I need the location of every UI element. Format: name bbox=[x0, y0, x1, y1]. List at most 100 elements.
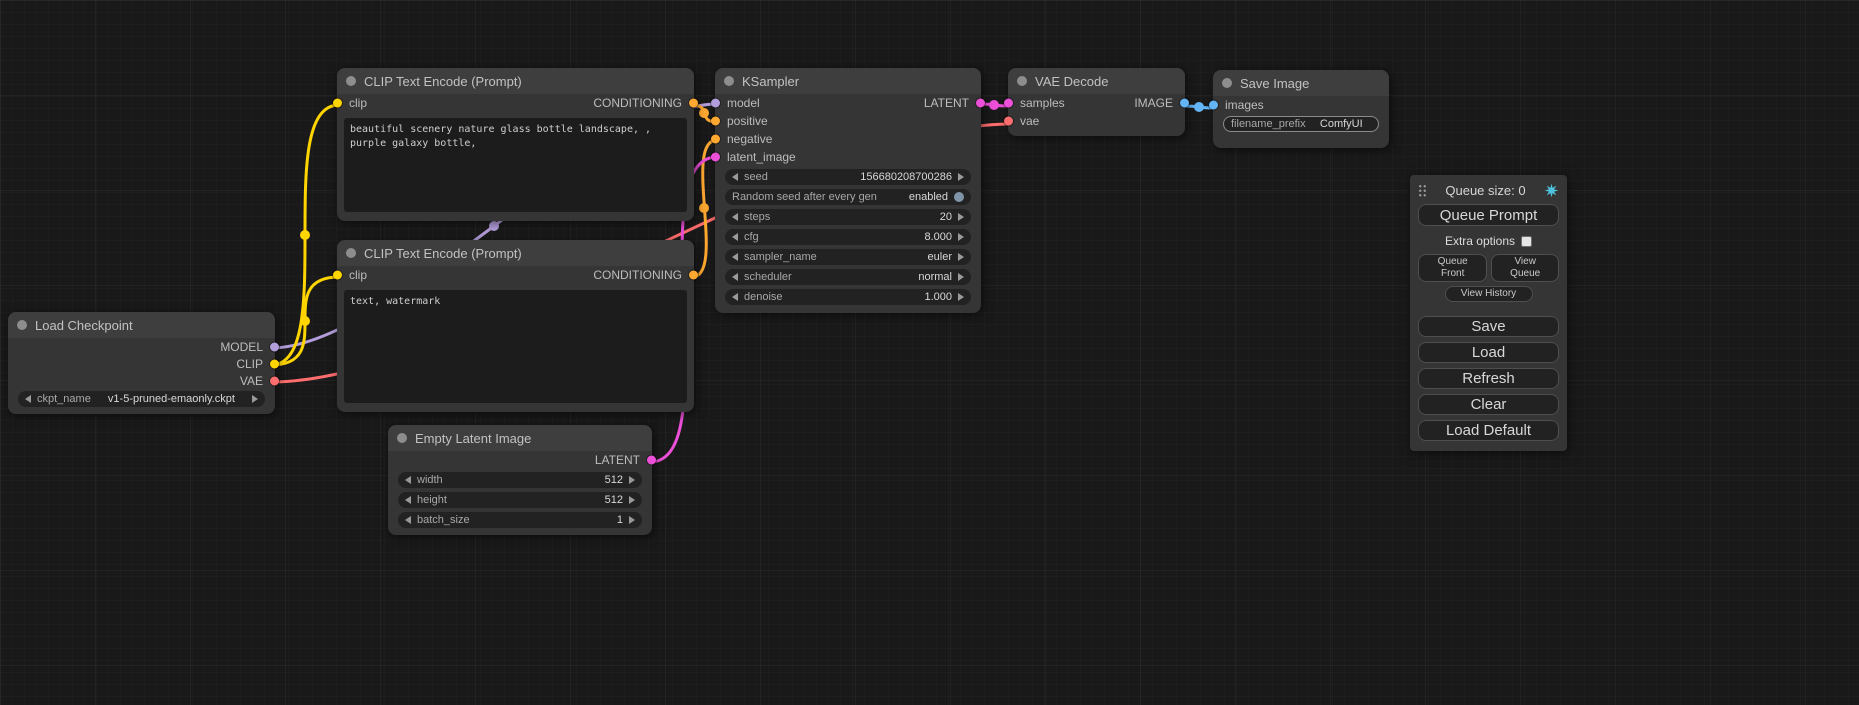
widget-height[interactable]: height 512 bbox=[398, 492, 642, 508]
node-vae-decode[interactable]: VAE Decode samples IMAGE vae bbox=[1008, 68, 1185, 136]
node-clip-text-encode-positive[interactable]: CLIP Text Encode (Prompt) clip CONDITION… bbox=[337, 68, 694, 221]
increment-arrow-icon[interactable] bbox=[958, 173, 964, 181]
slot-row: VAE bbox=[8, 372, 275, 389]
drag-handle-icon[interactable] bbox=[1418, 184, 1427, 197]
output-slot-label: CLIP bbox=[236, 357, 263, 371]
widget-sampler-name[interactable]: sampler_name euler bbox=[725, 249, 971, 265]
node-title-bar[interactable]: Empty Latent Image bbox=[388, 425, 652, 451]
input-slot-vae[interactable] bbox=[1004, 117, 1013, 126]
decrement-arrow-icon[interactable] bbox=[405, 476, 411, 484]
collapse-dot-icon[interactable] bbox=[724, 76, 734, 86]
extra-options-checkbox[interactable] bbox=[1521, 236, 1532, 247]
widget-value: 1 bbox=[617, 514, 623, 526]
widget-scheduler[interactable]: scheduler normal bbox=[725, 269, 971, 285]
queue-prompt-button[interactable]: Queue Prompt bbox=[1418, 204, 1559, 226]
node-title: VAE Decode bbox=[1035, 74, 1108, 89]
output-slot-conditioning[interactable] bbox=[689, 99, 698, 108]
increment-arrow-icon[interactable] bbox=[958, 233, 964, 241]
input-slot-model[interactable] bbox=[711, 99, 720, 108]
node-title-bar[interactable]: CLIP Text Encode (Prompt) bbox=[337, 68, 694, 94]
node-empty-latent-image[interactable]: Empty Latent Image LATENT width 512 heig… bbox=[388, 425, 652, 535]
load-button[interactable]: Load bbox=[1418, 342, 1559, 363]
widget-label: height bbox=[417, 494, 447, 506]
widget-filename-prefix[interactable]: filename_prefix ComfyUI bbox=[1223, 116, 1379, 132]
collapse-dot-icon[interactable] bbox=[1222, 78, 1232, 88]
link-midpoint-dot bbox=[300, 316, 310, 326]
graph-canvas[interactable]: Load Checkpoint MODEL CLIP VAE ckpt_name… bbox=[0, 0, 1859, 705]
decrement-arrow-icon[interactable] bbox=[25, 395, 31, 403]
view-history-button[interactable]: View History bbox=[1445, 286, 1533, 302]
input-slot-positive[interactable] bbox=[711, 117, 720, 126]
node-title-bar[interactable]: Save Image bbox=[1213, 70, 1389, 96]
view-queue-button[interactable]: View Queue bbox=[1491, 254, 1559, 282]
collapse-dot-icon[interactable] bbox=[397, 433, 407, 443]
increment-arrow-icon[interactable] bbox=[629, 476, 635, 484]
input-slot-images[interactable] bbox=[1209, 101, 1218, 110]
widget-label: Random seed after every gen bbox=[732, 191, 877, 203]
decrement-arrow-icon[interactable] bbox=[732, 293, 738, 301]
node-load-checkpoint[interactable]: Load Checkpoint MODEL CLIP VAE ckpt_name… bbox=[8, 312, 275, 414]
node-title-bar[interactable]: Load Checkpoint bbox=[8, 312, 275, 338]
input-slot-latent-image[interactable] bbox=[711, 153, 720, 162]
comfy-menu-panel[interactable]: Queue size: 0 Queue Prompt Extra options… bbox=[1410, 175, 1567, 451]
widget-ckpt-name[interactable]: ckpt_name v1-5-pruned-emaonly.ckpt bbox=[18, 391, 265, 407]
node-save-image[interactable]: Save Image images filename_prefix ComfyU… bbox=[1213, 70, 1389, 148]
refresh-button[interactable]: Refresh bbox=[1418, 368, 1559, 389]
queue-front-button[interactable]: Queue Front bbox=[1418, 254, 1487, 282]
node-title: Save Image bbox=[1240, 76, 1309, 91]
decrement-arrow-icon[interactable] bbox=[732, 253, 738, 261]
decrement-arrow-icon[interactable] bbox=[405, 496, 411, 504]
collapse-dot-icon[interactable] bbox=[1017, 76, 1027, 86]
prompt-textarea[interactable]: text, watermark bbox=[344, 290, 687, 403]
output-slot-conditioning[interactable] bbox=[689, 271, 698, 280]
node-title-bar[interactable]: VAE Decode bbox=[1008, 68, 1185, 94]
decrement-arrow-icon[interactable] bbox=[732, 173, 738, 181]
node-title-bar[interactable]: CLIP Text Encode (Prompt) bbox=[337, 240, 694, 266]
input-slot-clip[interactable] bbox=[333, 271, 342, 280]
widget-label: seed bbox=[744, 171, 768, 183]
increment-arrow-icon[interactable] bbox=[252, 395, 258, 403]
increment-arrow-icon[interactable] bbox=[958, 253, 964, 261]
output-slot-latent[interactable] bbox=[647, 456, 656, 465]
widget-seed[interactable]: seed 156680208700286 bbox=[725, 169, 971, 185]
widget-label: ckpt_name bbox=[37, 393, 91, 405]
node-title-bar[interactable]: KSampler bbox=[715, 68, 981, 94]
collapse-dot-icon[interactable] bbox=[346, 76, 356, 86]
node-clip-text-encode-negative[interactable]: CLIP Text Encode (Prompt) clip CONDITION… bbox=[337, 240, 694, 412]
widget-cfg[interactable]: cfg 8.000 bbox=[725, 229, 971, 245]
load-default-button[interactable]: Load Default bbox=[1418, 420, 1559, 441]
increment-arrow-icon[interactable] bbox=[958, 213, 964, 221]
toggle-knob-icon[interactable] bbox=[954, 192, 964, 202]
save-button[interactable]: Save bbox=[1418, 316, 1559, 337]
widget-random-seed-toggle[interactable]: Random seed after every gen enabled bbox=[725, 189, 971, 205]
output-slot-model[interactable] bbox=[270, 342, 279, 351]
input-slot-samples[interactable] bbox=[1004, 99, 1013, 108]
increment-arrow-icon[interactable] bbox=[958, 273, 964, 281]
increment-arrow-icon[interactable] bbox=[958, 293, 964, 301]
decrement-arrow-icon[interactable] bbox=[405, 516, 411, 524]
slot-row: clip CONDITIONING bbox=[337, 94, 694, 112]
prompt-textarea[interactable]: beautiful scenery nature glass bottle la… bbox=[344, 118, 687, 212]
node-ksampler[interactable]: KSampler model LATENT positive negative … bbox=[715, 68, 981, 313]
output-slot-vae[interactable] bbox=[270, 376, 279, 385]
output-slot-latent[interactable] bbox=[976, 99, 985, 108]
slot-row: clip CONDITIONING bbox=[337, 266, 694, 284]
widget-steps[interactable]: steps 20 bbox=[725, 209, 971, 225]
clear-button[interactable]: Clear bbox=[1418, 394, 1559, 415]
widget-denoise[interactable]: denoise 1.000 bbox=[725, 289, 971, 305]
settings-gear-icon[interactable] bbox=[1544, 183, 1559, 198]
input-slot-clip[interactable] bbox=[333, 99, 342, 108]
collapse-dot-icon[interactable] bbox=[17, 320, 27, 330]
collapse-dot-icon[interactable] bbox=[346, 248, 356, 258]
widget-width[interactable]: width 512 bbox=[398, 472, 642, 488]
output-slot-image[interactable] bbox=[1180, 99, 1189, 108]
output-slot-clip[interactable] bbox=[270, 359, 279, 368]
slot-row: samples IMAGE bbox=[1008, 94, 1185, 112]
decrement-arrow-icon[interactable] bbox=[732, 233, 738, 241]
increment-arrow-icon[interactable] bbox=[629, 516, 635, 524]
decrement-arrow-icon[interactable] bbox=[732, 213, 738, 221]
widget-batch-size[interactable]: batch_size 1 bbox=[398, 512, 642, 528]
decrement-arrow-icon[interactable] bbox=[732, 273, 738, 281]
increment-arrow-icon[interactable] bbox=[629, 496, 635, 504]
input-slot-negative[interactable] bbox=[711, 135, 720, 144]
